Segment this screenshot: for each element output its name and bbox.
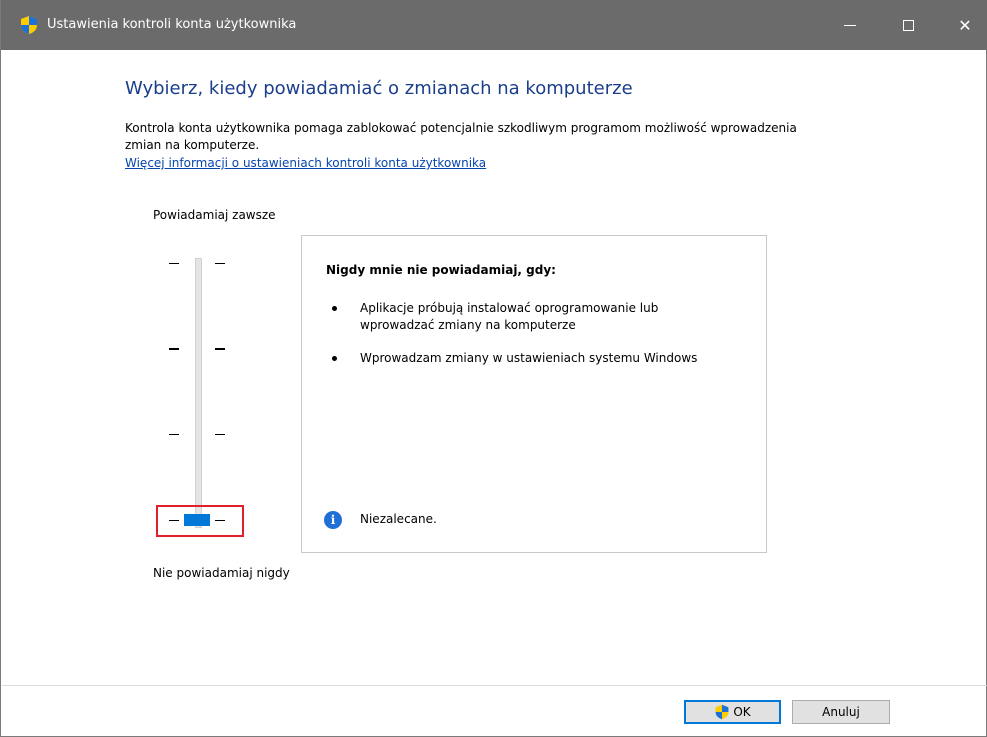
list-item: Wprowadzam zmiany w ustawieniach systemu… bbox=[326, 350, 736, 367]
panel-bullet-list: Aplikacje próbują instalować oprogramowa… bbox=[326, 300, 736, 383]
slider-tick bbox=[215, 348, 225, 350]
cancel-button-label: Anuluj bbox=[822, 705, 860, 719]
description-text: Kontrola konta użytkownika pomaga zablok… bbox=[125, 121, 797, 152]
minimize-button[interactable] bbox=[827, 0, 873, 50]
recommendation-text: Niezalecane. bbox=[360, 512, 437, 526]
slider-tick bbox=[169, 434, 179, 435]
maximize-icon bbox=[902, 19, 914, 31]
uac-shield-icon bbox=[715, 704, 729, 720]
slider-tick bbox=[215, 263, 225, 264]
minimize-icon bbox=[844, 24, 856, 26]
info-icon: i bbox=[324, 511, 342, 529]
close-icon: ✕ bbox=[958, 15, 972, 35]
bullet-icon bbox=[332, 356, 337, 361]
footer-divider bbox=[2, 685, 987, 686]
slider-thumb-highlight bbox=[156, 505, 244, 537]
uac-shield-icon bbox=[21, 16, 37, 34]
slider-tick bbox=[169, 263, 179, 264]
close-button[interactable]: ✕ bbox=[942, 0, 987, 50]
maximize-button[interactable] bbox=[885, 0, 931, 50]
description-panel: Nigdy mnie nie powiadamiaj, gdy: Aplikac… bbox=[301, 235, 767, 553]
ok-button-label: OK bbox=[733, 705, 751, 719]
list-item: Aplikacje próbują instalować oprogramowa… bbox=[326, 300, 736, 334]
ok-button[interactable]: OK bbox=[684, 700, 781, 724]
page-heading: Wybierz, kiedy powiadamiać o zmianach na… bbox=[125, 78, 633, 99]
slider-bottom-label: Nie powiadamiaj nigdy bbox=[153, 566, 290, 580]
slider-top-label: Powiadamiaj zawsze bbox=[153, 208, 276, 222]
slider-tick bbox=[169, 348, 179, 350]
cancel-button[interactable]: Anuluj bbox=[792, 700, 890, 724]
panel-title: Nigdy mnie nie powiadamiaj, gdy: bbox=[326, 263, 556, 277]
window-title: Ustawienia kontroli konta użytkownika bbox=[47, 17, 297, 32]
title-bar[interactable]: Ustawienia kontroli konta użytkownika ✕ bbox=[1, 0, 987, 50]
bullet-icon bbox=[332, 306, 337, 311]
slider-tick bbox=[215, 434, 225, 435]
more-info-link[interactable]: Więcej informacji o ustawieniach kontrol… bbox=[125, 156, 486, 170]
slider-track[interactable] bbox=[195, 258, 202, 528]
uac-settings-window: Ustawienia kontroli konta użytkownika ✕ … bbox=[0, 0, 987, 737]
